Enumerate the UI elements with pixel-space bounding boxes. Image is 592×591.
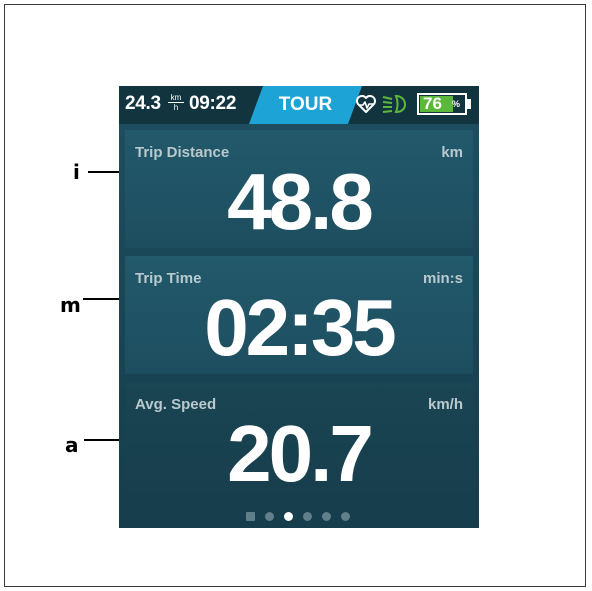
avg-speed-unit: km/h	[427, 396, 463, 413]
ebike-display-screen: 24.3 km h 09:22 TOUR 76 % Trip Distance	[119, 86, 479, 528]
callout-label-a: a	[65, 433, 79, 457]
page-dot	[322, 512, 331, 521]
avg-speed-panel: Avg. Speed km/h 20.7	[125, 382, 473, 504]
page-dot	[303, 512, 312, 521]
battery-percent: 76	[423, 94, 442, 113]
speed-unit-numerator: km	[168, 93, 184, 103]
battery-icon: 76 %	[417, 93, 467, 115]
trip-distance-panel: Trip Distance km 48.8	[125, 130, 473, 248]
status-bar: 24.3 km h 09:22 TOUR 76 %	[119, 86, 479, 124]
avg-speed-label: Avg. Speed	[135, 396, 217, 413]
assist-mode-indicator: TOUR	[249, 86, 362, 124]
speed-unit-denominator: h	[173, 103, 179, 112]
trip-distance-value: 48.8	[227, 157, 374, 246]
avg-speed-value: 20.7	[227, 409, 374, 498]
heart-rate-icon	[356, 95, 376, 113]
trip-time-panel: Trip Time min:s 02:35	[125, 256, 473, 374]
page-dot	[265, 512, 274, 521]
battery-tip	[467, 99, 471, 109]
trip-time-label: Trip Time	[135, 270, 202, 287]
battery-percent-symbol: %	[452, 99, 461, 109]
speed-unit: km h	[168, 93, 184, 112]
current-speed: 24.3	[125, 93, 161, 114]
callout-label-i: i	[73, 160, 80, 184]
assist-mode-label: TOUR	[278, 94, 333, 115]
trip-distance-label: Trip Distance	[135, 144, 230, 161]
trip-time-value: 02:35	[204, 283, 397, 372]
trip-time-unit: min:s	[422, 270, 463, 287]
trip-distance-unit: km	[441, 144, 463, 161]
headlight-icon	[382, 94, 406, 114]
page-dot	[246, 512, 255, 521]
callout-label-m: m	[60, 293, 81, 317]
page-indicator	[246, 512, 356, 522]
page-dot	[341, 512, 350, 521]
page-dot-active	[284, 512, 293, 521]
clock-time: 09:22	[189, 93, 237, 114]
